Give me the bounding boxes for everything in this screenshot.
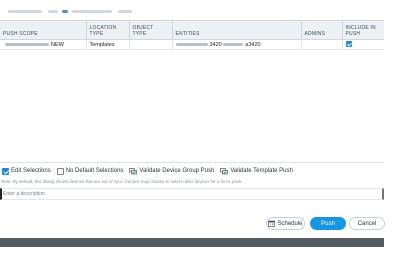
entities-cell: 3420 a3420: [172, 39, 302, 50]
include-in-push-checkbox[interactable]: [345, 41, 352, 48]
validate-template-push-label: Validate Template Push: [230, 168, 293, 174]
description-input[interactable]: [0, 188, 384, 200]
validate-template-push-button[interactable]: Validate Template Push: [220, 167, 293, 175]
edit-selections-label: Edit Selections: [11, 168, 51, 174]
push-scope-table: PUSH SCOPE LOCATION TYPE OBJECT TYPE ENT…: [0, 20, 384, 50]
calendar-icon: [268, 220, 276, 227]
validate-template-icon: [220, 167, 229, 174]
footer-bar: [0, 238, 384, 247]
entity-fragment-a: 3420: [209, 41, 222, 48]
admins-cell: [301, 39, 343, 50]
obscured-entity-name: [223, 42, 244, 46]
obscured-entity-name: [175, 42, 208, 46]
obscured-scope-name: [5, 42, 49, 46]
push-button[interactable]: Push: [310, 217, 346, 230]
push-label: Push: [321, 220, 335, 227]
push-options-toolbar: Edit Selections No Default Selections Va…: [2, 165, 299, 177]
column-header-admins[interactable]: ADMINS: [301, 20, 343, 40]
schedule-label: Schedule: [277, 220, 303, 227]
edit-selections-checkbox[interactable]: [2, 167, 9, 175]
table-header-row: PUSH SCOPE LOCATION TYPE OBJECT TYPE ENT…: [0, 20, 384, 40]
edit-selections-option[interactable]: Edit Selections: [2, 167, 51, 175]
column-header-entities[interactable]: ENTITIES: [172, 20, 302, 40]
no-default-selections-label: No Default Selections: [65, 168, 124, 174]
push-scope-suffix: NEW: [51, 41, 64, 48]
no-default-selections-checkbox[interactable]: [56, 167, 64, 175]
no-default-selections-option[interactable]: No Default Selections: [56, 167, 124, 175]
cancel-label: Cancel: [357, 220, 377, 227]
validate-device-group-icon: [129, 167, 138, 174]
location-type-cell: Templates: [86, 39, 130, 50]
divider: [0, 162, 384, 163]
table-row[interactable]: NEW Templates 3420 a3420: [0, 39, 384, 50]
schedule-button[interactable]: Schedule: [266, 217, 305, 230]
cancel-button[interactable]: Cancel: [349, 217, 385, 230]
validate-device-group-push-button[interactable]: Validate Device Group Push: [129, 167, 215, 175]
push-scope-cell: NEW: [0, 39, 87, 50]
force-push-note: Note: By default, this dialog shows devi…: [1, 179, 243, 184]
column-header-object-type[interactable]: OBJECT TYPE: [129, 20, 173, 40]
dialog-top-strip: [0, 0, 399, 20]
include-in-push-cell: [342, 39, 384, 50]
validate-device-group-push-label: Validate Device Group Push: [139, 168, 215, 174]
entity-fragment-b: a3420: [245, 41, 261, 48]
column-header-include-in-push[interactable]: INCLUDE IN PUSH: [342, 20, 384, 40]
column-header-push-scope[interactable]: PUSH SCOPE: [0, 20, 87, 40]
obscured-header-text: [8, 10, 158, 14]
object-type-cell: [129, 39, 173, 50]
column-header-location-type[interactable]: LOCATION TYPE: [86, 20, 130, 40]
